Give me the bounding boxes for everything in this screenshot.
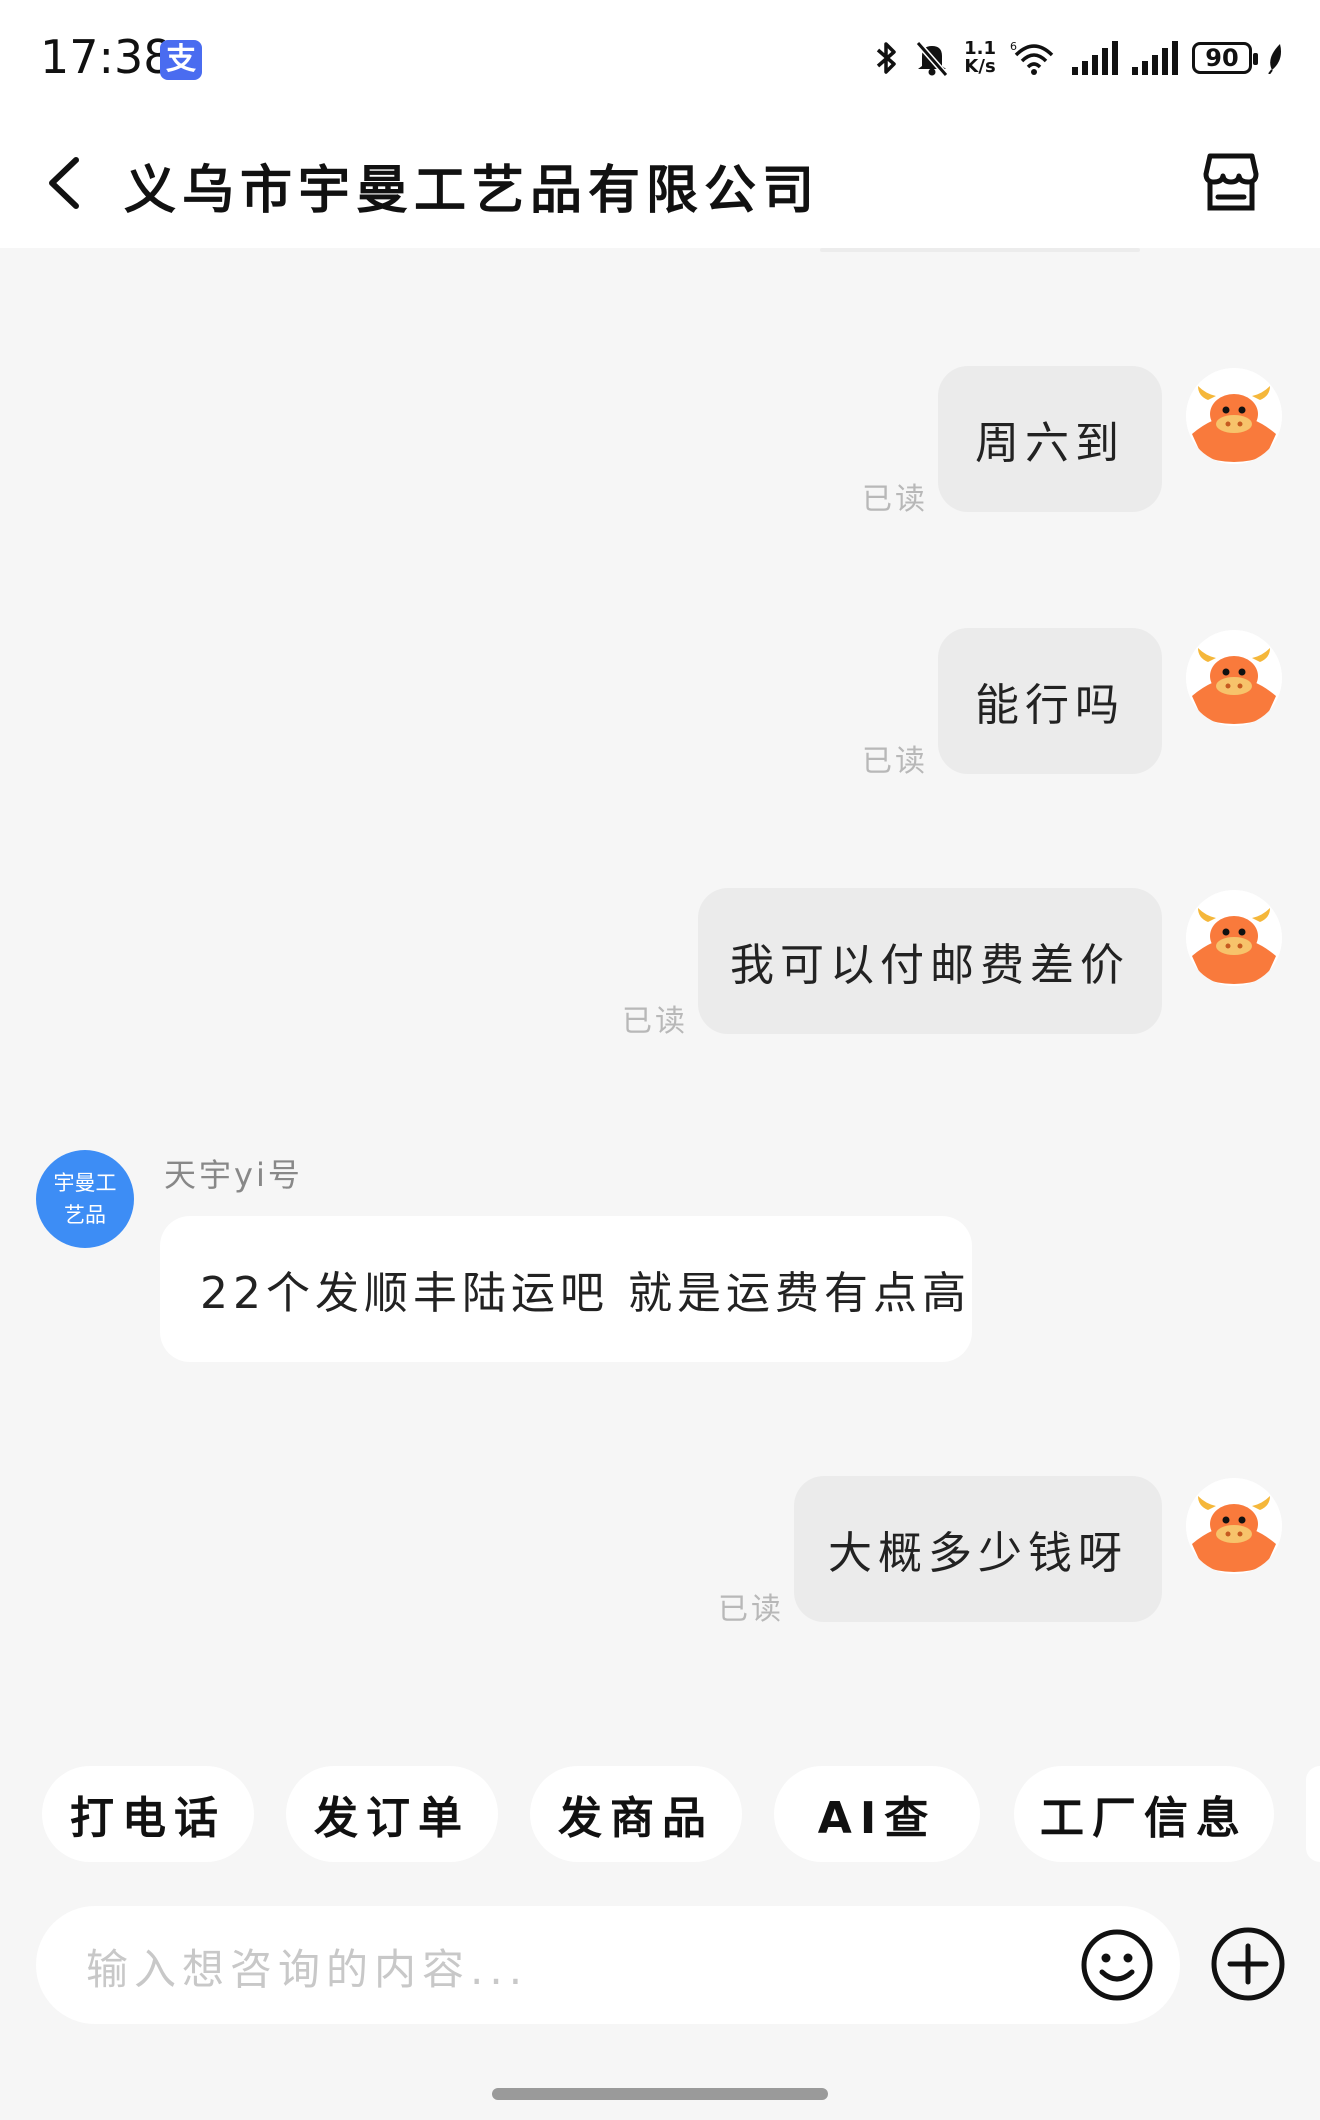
- sender-name: 天宇yi号: [164, 1156, 303, 1194]
- mute-bell-icon: [915, 41, 949, 77]
- home-indicator[interactable]: [492, 2088, 828, 2100]
- bluetooth-icon: [876, 42, 896, 74]
- divider: [820, 248, 1140, 252]
- chat-header: 义乌市宇曼工艺品有限公司: [0, 118, 1320, 248]
- leaf-icon: [1268, 44, 1281, 74]
- store-icon[interactable]: [1198, 150, 1264, 216]
- input-placeholder: 输入想咨询的内容...: [86, 1945, 529, 1994]
- chevron-left-icon[interactable]: [40, 154, 94, 212]
- status-bar: 17:38 支 1.1 K/s 6 90: [0, 0, 1320, 118]
- plus-circle-icon[interactable]: [1210, 1926, 1286, 2002]
- more-chip-partial[interactable]: [1306, 1766, 1320, 1862]
- wifi-icon: 6: [1010, 40, 1054, 75]
- battery-icon: 90: [1192, 42, 1258, 74]
- message-bubble-outgoing[interactable]: 我可以付邮费差价: [698, 888, 1162, 1034]
- ai-check-button[interactable]: AI查: [774, 1766, 980, 1862]
- signal-icon-2: [1132, 41, 1178, 75]
- send-product-button[interactable]: 发商品: [530, 1766, 742, 1862]
- user-avatar-ox[interactable]: [1186, 890, 1282, 986]
- factory-info-button[interactable]: 工厂信息: [1014, 1766, 1274, 1862]
- message-bubble-outgoing[interactable]: 大概多少钱呀: [794, 1476, 1162, 1622]
- user-avatar-ox[interactable]: [1186, 1478, 1282, 1574]
- quick-actions: 打电话 发订单 发商品 AI查 工厂信息: [0, 1766, 1320, 1862]
- signal-icon-1: [1072, 41, 1118, 75]
- message-bubble-incoming[interactable]: 22个发顺丰陆运吧 就是运费有点高: [160, 1216, 972, 1362]
- network-speed: 1.1 K/s: [964, 38, 996, 77]
- user-avatar-ox[interactable]: [1186, 368, 1282, 464]
- read-status: 已读: [718, 1592, 784, 1627]
- alipay-icon: 支: [160, 40, 202, 80]
- call-button[interactable]: 打电话: [42, 1766, 254, 1862]
- message-bubble-outgoing[interactable]: 能行吗: [938, 628, 1162, 774]
- user-avatar-ox[interactable]: [1186, 630, 1282, 726]
- read-status: 已读: [622, 1004, 688, 1039]
- shop-avatar[interactable]: 宇曼工 艺品: [36, 1150, 134, 1248]
- read-status: 已读: [862, 482, 928, 517]
- status-time: 17:38: [40, 30, 173, 84]
- page-title: 义乌市宇曼工艺品有限公司: [124, 161, 821, 221]
- message-input[interactable]: 输入想咨询的内容...: [36, 1906, 1180, 2024]
- send-order-button[interactable]: 发订单: [286, 1766, 498, 1862]
- status-icons: 1.1 K/s 6 90: [874, 36, 1284, 80]
- svg-text:6: 6: [1010, 40, 1017, 53]
- message-bubble-outgoing[interactable]: 周六到: [938, 366, 1162, 512]
- read-status: 已读: [862, 744, 928, 779]
- smiley-icon[interactable]: [1080, 1928, 1154, 2002]
